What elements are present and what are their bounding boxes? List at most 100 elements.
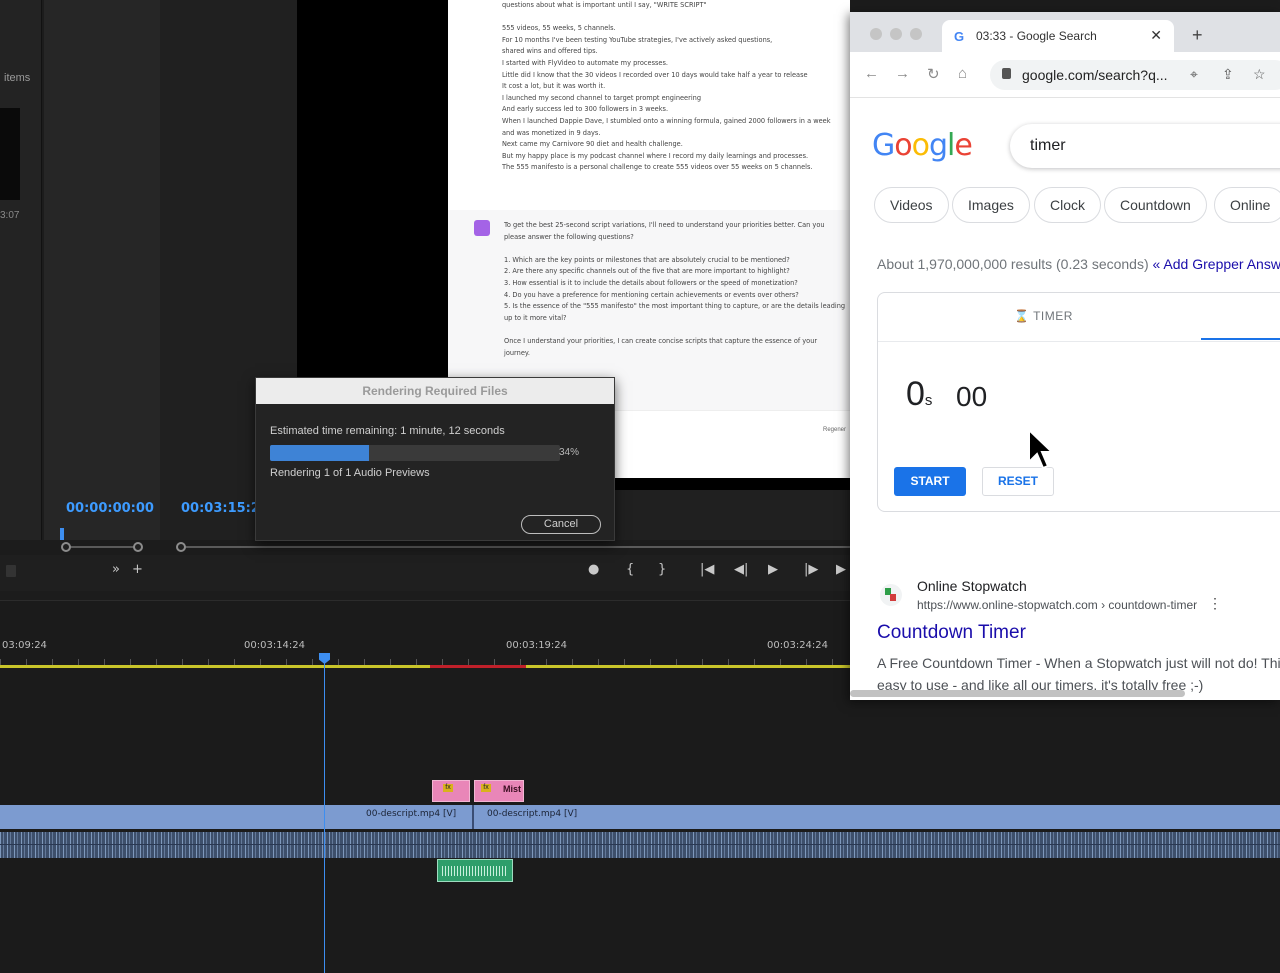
monitor-controls-bar (0, 555, 850, 591)
user-message-line: shared wins and offered tips. (502, 47, 598, 56)
share-icon[interactable]: ⇪ (1222, 66, 1234, 83)
home-icon[interactable]: ⌂ (958, 65, 967, 82)
more-options-icon[interactable]: ⋮ (1208, 595, 1222, 612)
cancel-button[interactable]: Cancel (521, 515, 601, 534)
lock-icon[interactable] (1002, 68, 1011, 79)
assistant-message-line: 3. How essential is it to include the de… (504, 278, 798, 287)
mark-in-icon[interactable]: { (626, 562, 634, 577)
user-message-line: I launched my second channel to target p… (502, 93, 702, 102)
source-out-handle[interactable] (133, 542, 143, 552)
result-count: About 1,970,000,000 results (0.23 second… (877, 256, 1149, 272)
timer-tab-label: TIMER (1033, 309, 1073, 323)
user-message-line: For 10 months I've been testing YouTube … (502, 35, 773, 44)
audio-track-a1[interactable] (0, 832, 1280, 858)
result-site-name[interactable]: Online Stopwatch (917, 578, 1027, 594)
add-grepper-link[interactable]: « Add Grepper Answ (1153, 256, 1280, 272)
step-back-icon[interactable]: ◀| (734, 562, 748, 577)
minimize-window-icon[interactable] (890, 28, 902, 40)
screen: items 3:07 00:00:00:00 00:03:15:25 » + ●… (0, 0, 1280, 973)
zoom-window-icon[interactable] (910, 28, 922, 40)
more-controls-icon[interactable]: » (112, 562, 120, 577)
source-playhead[interactable] (60, 528, 64, 540)
google-logo-letter: g (928, 128, 948, 163)
adjustment-clip[interactable]: fx (432, 780, 470, 802)
regenerate-button[interactable]: Regener (823, 427, 846, 433)
step-forward-icon[interactable]: |▶ (804, 562, 818, 577)
back-icon[interactable]: ← (864, 65, 879, 82)
chip-images[interactable]: Images (952, 187, 1030, 223)
trash-icon[interactable] (6, 565, 16, 577)
go-to-out-icon[interactable]: ▶ (836, 562, 846, 577)
result-url[interactable]: https://www.online-stopwatch.com › count… (917, 598, 1197, 612)
ruler-tick: 00:03:19:24 (506, 640, 568, 651)
render-dialog: Rendering Required Files Estimated time … (255, 377, 615, 541)
user-message-line: Little did I know that the 30 videos I r… (502, 70, 808, 79)
start-button[interactable]: START (894, 467, 966, 496)
user-message-line: When I launched Dappie Dave, I stumbled … (502, 116, 831, 125)
timer-widget: ⌛ TIMER 0s 00 START RESET (877, 292, 1280, 512)
location-icon[interactable]: ⌖ (1190, 66, 1198, 83)
google-logo-letter: G (872, 128, 895, 163)
chip-clock[interactable]: Clock (1034, 187, 1102, 223)
bookmark-star-icon[interactable]: ☆ (1253, 66, 1266, 83)
user-message-line: And early success led to 300 followers i… (502, 105, 669, 114)
assistant-message-line: 1. Which are the key points or milestone… (504, 255, 790, 264)
add-button-icon[interactable]: + (132, 562, 143, 577)
assistant-message-line: To get the best 25-second script variati… (504, 221, 825, 229)
clip-edit-point[interactable] (472, 805, 474, 829)
source-timecode[interactable]: 00:00:00:00 (66, 501, 154, 516)
address-url: google.com/search?q... (1022, 67, 1168, 83)
google-logo-letter: o (894, 128, 912, 163)
result-snippet-line: A Free Countdown Timer - When a Stopwatc… (877, 655, 1280, 671)
google-favicon-icon: G (954, 29, 965, 44)
tab-google-search[interactable]: G 03:33 - Google Search ✕ (942, 20, 1174, 52)
program-scrub-bar[interactable] (181, 546, 850, 548)
chip-videos[interactable]: Videos (874, 187, 949, 223)
add-marker-icon[interactable]: ● (588, 562, 599, 577)
source-in-handle[interactable] (61, 542, 71, 552)
fx-badge-icon: fx (443, 784, 453, 792)
video-track-v1[interactable]: 00-descript.mp4 [V] 00-descript.mp4 [V] (0, 805, 1280, 829)
forward-icon[interactable]: → (895, 65, 910, 82)
assistant-message-line: Once I understand your priorities, I can… (504, 336, 818, 345)
chip-countdown[interactable]: Countdown (1104, 187, 1207, 223)
source-scrub-bar[interactable] (66, 546, 138, 548)
user-message-line: 555 videos, 55 weeks, 5 channels. (502, 24, 616, 33)
user-message-line: It cost a lot, but it was worth it. (502, 82, 606, 91)
address-bar[interactable]: google.com/search?q... ⌖ ⇪ ☆ (990, 60, 1280, 90)
audio-track-divider (0, 844, 1280, 845)
result-title-link[interactable]: Countdown Timer (877, 622, 1026, 644)
new-tab-icon[interactable]: + (1192, 25, 1203, 46)
assistant-message-line (504, 243, 845, 255)
audio-effect-clip[interactable] (437, 859, 513, 882)
render-dialog-title: Rendering Required Files (256, 378, 614, 404)
timer-seconds-unit: s (924, 392, 933, 409)
close-window-icon[interactable] (870, 28, 882, 40)
render-progress-bar (270, 445, 560, 461)
google-logo[interactable]: Google (872, 128, 973, 163)
mist-clip-label: Mist (503, 784, 521, 794)
google-logo-letter: e (954, 128, 972, 163)
timeline-playhead[interactable] (324, 660, 325, 973)
timer-seconds-value: 0 (906, 375, 925, 413)
assistant-message-line: 2. Are there any specific channels out o… (504, 267, 790, 276)
reload-icon[interactable]: ↻ (927, 65, 940, 83)
timer-tab[interactable]: ⌛ TIMER (1014, 309, 1073, 323)
horizontal-scrollbar[interactable] (850, 690, 1185, 697)
mist-effect-clip[interactable]: fx Mist (474, 780, 524, 802)
program-in-handle[interactable] (176, 542, 186, 552)
chip-online[interactable]: Online (1214, 187, 1280, 223)
render-status-text: Rendering 1 of 1 Audio Previews (270, 467, 430, 479)
close-tab-icon[interactable]: ✕ (1150, 27, 1162, 44)
play-icon[interactable]: ▶ (768, 562, 778, 577)
search-input[interactable]: timer (1010, 124, 1280, 168)
user-message-line: questions about what is important until … (502, 1, 707, 9)
assistant-avatar-icon (474, 220, 490, 236)
project-thumbnail[interactable] (0, 108, 20, 200)
user-message-line: I started with FlyVideo to automate my p… (502, 58, 669, 67)
timer-seconds[interactable]: 0s (906, 375, 932, 414)
mark-out-icon[interactable]: } (658, 562, 666, 577)
go-to-in-icon[interactable]: |◀ (700, 562, 714, 577)
timer-centiseconds: 00 (956, 381, 988, 412)
render-time-estimate: Estimated time remaining: 1 minute, 12 s… (270, 425, 505, 437)
